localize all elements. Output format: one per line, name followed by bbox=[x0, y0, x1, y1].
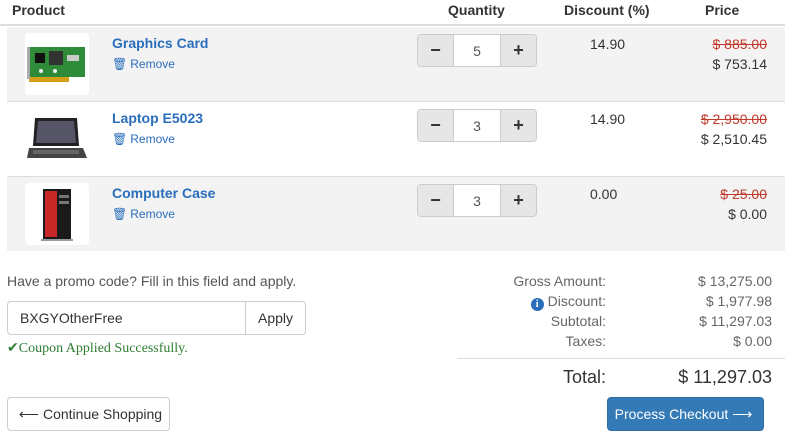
increase-quantity-button[interactable]: + bbox=[500, 35, 536, 66]
check-icon: ✔ bbox=[7, 341, 19, 356]
total-label: Total: bbox=[562, 367, 606, 387]
discount-label-text: Discount: bbox=[547, 293, 606, 309]
original-price: $ 885.00 bbox=[712, 36, 768, 52]
quantity-input[interactable]: 5 bbox=[454, 35, 500, 66]
remove-link[interactable]: 🗑 Remove bbox=[112, 132, 175, 146]
product-link[interactable]: Laptop E5023 bbox=[112, 110, 203, 126]
header-price: Price bbox=[705, 2, 740, 18]
total-value: $ 11,297.03 bbox=[678, 367, 772, 387]
original-price: $ 25.00 bbox=[720, 186, 767, 202]
original-price: $ 2,950.00 bbox=[700, 111, 767, 127]
trash-icon: 🗑 bbox=[112, 57, 128, 71]
arrow-right-icon: ⟶ bbox=[732, 405, 753, 422]
graphics-card-image bbox=[25, 33, 89, 95]
discount-summary-label: i Discount: bbox=[530, 293, 606, 311]
process-checkout-button[interactable]: Process Checkout ⟶ bbox=[607, 397, 764, 431]
cart-row-graphics-card: Graphics Card 🗑 Remove − 5 + 14.90 $ 885.… bbox=[7, 27, 785, 101]
gross-amount-value: $ 13,275.00 bbox=[698, 273, 772, 289]
product-link[interactable]: Graphics Card bbox=[112, 35, 208, 51]
cart-table-header: Product Quantity Discount (%) Price bbox=[0, 0, 785, 26]
remove-label: Remove bbox=[130, 57, 175, 71]
discounted-price: $ 753.14 bbox=[712, 56, 768, 72]
remove-label: Remove bbox=[130, 207, 175, 221]
discount-value: 14.90 bbox=[590, 36, 626, 52]
coupon-success-text: Coupon Applied Successfully. bbox=[18, 341, 188, 356]
subtotal-label: Subtotal: bbox=[550, 313, 606, 329]
trash-icon: 🗑 bbox=[112, 207, 128, 221]
cart-row-laptop: Laptop E5023 🗑 Remove − 3 + 14.90 $ 2,950… bbox=[7, 102, 785, 176]
decrease-quantity-button[interactable]: − bbox=[418, 110, 454, 141]
arrow-left-icon: ⟵ bbox=[18, 405, 39, 422]
gross-amount-label: Gross Amount: bbox=[513, 273, 606, 289]
header-quantity: Quantity bbox=[448, 2, 505, 18]
remove-link[interactable]: 🗑 Remove bbox=[112, 57, 175, 71]
quantity-input[interactable]: 3 bbox=[454, 185, 500, 216]
taxes-label: Taxes: bbox=[565, 333, 606, 349]
quantity-stepper: − 3 + bbox=[417, 109, 537, 142]
info-icon[interactable]: i bbox=[530, 298, 544, 311]
cart-row-computer-case: Computer Case 🗑 Remove − 3 + 0.00 $ 25.00… bbox=[7, 177, 785, 251]
summary-divider bbox=[457, 358, 785, 359]
increase-quantity-button[interactable]: + bbox=[500, 185, 536, 216]
promo-label: Have a promo code? Fill in this field an… bbox=[7, 273, 297, 289]
header-discount: Discount (%) bbox=[564, 2, 650, 18]
subtotal-value: $ 11,297.03 bbox=[699, 313, 772, 329]
continue-shopping-button[interactable]: ⟵ Continue Shopping bbox=[7, 397, 170, 431]
discount-value: 0.00 bbox=[590, 186, 618, 202]
quantity-input[interactable]: 3 bbox=[454, 110, 500, 141]
discount-value: 14.90 bbox=[590, 111, 626, 127]
laptop-image bbox=[25, 108, 89, 170]
discounted-price: $ 2,510.45 bbox=[700, 131, 767, 147]
quantity-stepper: − 5 + bbox=[417, 34, 537, 67]
header-product: Product bbox=[12, 2, 65, 18]
process-checkout-label: Process Checkout bbox=[614, 406, 729, 422]
increase-quantity-button[interactable]: + bbox=[500, 110, 536, 141]
decrease-quantity-button[interactable]: − bbox=[418, 35, 454, 66]
computer-case-image bbox=[25, 183, 89, 245]
apply-promo-button[interactable]: Apply bbox=[245, 301, 306, 335]
taxes-value: $ 0.00 bbox=[733, 333, 772, 349]
remove-link[interactable]: 🗑 Remove bbox=[112, 207, 175, 221]
decrease-quantity-button[interactable]: − bbox=[418, 185, 454, 216]
continue-shopping-label: Continue Shopping bbox=[42, 406, 163, 422]
trash-icon: 🗑 bbox=[112, 132, 128, 146]
discounted-price: $ 0.00 bbox=[728, 206, 767, 222]
quantity-stepper: − 3 + bbox=[417, 184, 537, 217]
coupon-success-message: ✔Coupon Applied Successfully. bbox=[7, 340, 188, 357]
discount-summary-value: $ 1,977.98 bbox=[705, 293, 772, 309]
product-link[interactable]: Computer Case bbox=[112, 185, 215, 201]
remove-label: Remove bbox=[130, 132, 175, 146]
promo-code-input[interactable]: BXGYOtherFree bbox=[7, 301, 246, 335]
